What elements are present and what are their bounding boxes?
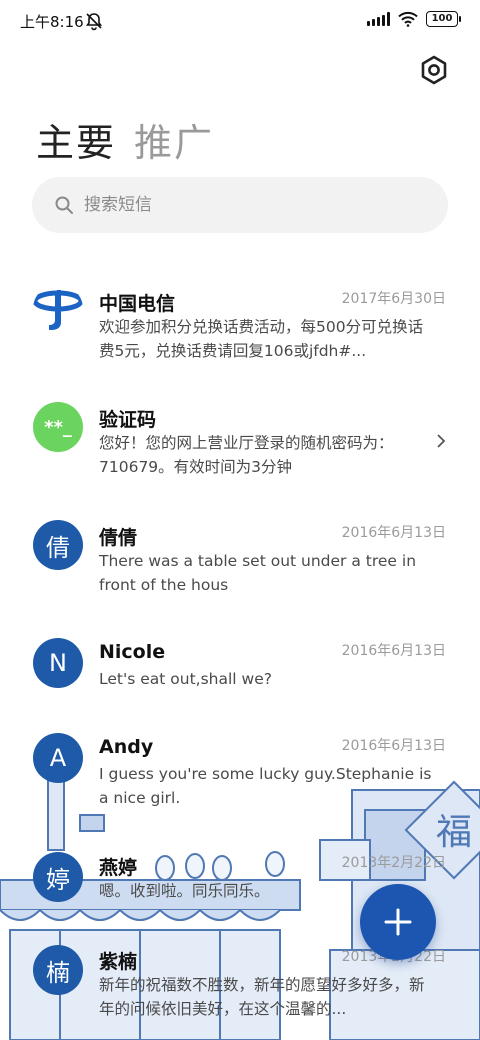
list-item[interactable]: 倩 倩倩 2016年6月13日 There was a table set ou… bbox=[0, 518, 480, 618]
contact-name: Andy bbox=[99, 736, 154, 758]
avatar: A bbox=[33, 733, 83, 783]
chevron-right-icon[interactable] bbox=[434, 432, 448, 450]
message-date: 2017年6月30日 bbox=[341, 291, 446, 307]
signal-icon bbox=[367, 12, 390, 26]
contact-name: Nicole bbox=[99, 641, 166, 663]
message-snippet: 欢迎参加积分兑换话费活动，每500分可兑换话费5元，兑换话费请回复106或jfd… bbox=[99, 318, 424, 360]
contact-name: 紫楠 bbox=[99, 951, 138, 973]
contact-name: 中国电信 bbox=[99, 293, 176, 315]
message-snippet: I guess you're some lucky guy.Stephanie … bbox=[99, 765, 432, 807]
contact-name: 倩倩 bbox=[99, 527, 138, 549]
wifi-icon bbox=[398, 11, 418, 27]
china-telecom-logo bbox=[33, 290, 83, 330]
avatar: 婷 bbox=[33, 852, 83, 902]
tab-promotions[interactable]: 推广 bbox=[134, 112, 214, 167]
message-date: 2016年6月13日 bbox=[341, 525, 446, 541]
search-bar[interactable] bbox=[32, 177, 448, 233]
tabs: 主要 推广 bbox=[36, 112, 214, 167]
status-time: 上午8:16 bbox=[20, 13, 84, 31]
search-input[interactable] bbox=[84, 195, 424, 215]
new-message-button[interactable] bbox=[360, 884, 436, 960]
list-item[interactable]: N Nicole 2016年6月13日 Let's eat out,shall … bbox=[0, 636, 480, 716]
avatar: **_ bbox=[33, 402, 83, 452]
contact-name: 燕婷 bbox=[99, 857, 138, 879]
search-icon bbox=[55, 196, 73, 214]
list-item[interactable]: **_ 验证码 您好！您的网上营业厅登录的随机密码为：710679。有效时间为3… bbox=[0, 400, 480, 500]
message-date: 2016年6月13日 bbox=[341, 738, 446, 754]
list-item[interactable]: 楠 紫楠 2013年2月22日 新年的祝福数不胜数，新年的愿望好多好多，新年的问… bbox=[0, 945, 480, 1040]
message-date: 2016年6月13日 bbox=[341, 643, 446, 659]
avatar: 楠 bbox=[33, 945, 83, 995]
contact-name: 验证码 bbox=[99, 409, 157, 431]
plus-icon bbox=[384, 908, 412, 936]
avatar: 倩 bbox=[33, 520, 83, 570]
message-date: 2013年2月22日 bbox=[341, 855, 446, 871]
settings-hexagon-icon[interactable] bbox=[418, 54, 450, 86]
battery-icon: 100 bbox=[426, 11, 461, 27]
avatar: N bbox=[33, 638, 83, 688]
list-item[interactable]: A Andy 2016年6月13日 I guess you're some lu… bbox=[0, 731, 480, 831]
message-snippet: 您好！您的网上营业厅登录的随机密码为：710679。有效时间为3分钟 bbox=[99, 434, 394, 476]
status-bar: 上午8:16 100 bbox=[0, 0, 480, 44]
message-snippet: Let's eat out,shall we? bbox=[99, 670, 272, 688]
bell-off-icon bbox=[85, 13, 103, 31]
message-snippet: 新年的祝福数不胜数，新年的愿望好多好多，新年的问候依旧美好，在这个温馨的... bbox=[99, 976, 425, 1018]
list-item[interactable]: 中国电信 2017年6月30日 欢迎参加积分兑换话费活动，每500分可兑换话费5… bbox=[0, 276, 480, 386]
tab-primary[interactable]: 主要 bbox=[36, 112, 116, 167]
status-icons: 100 bbox=[367, 11, 461, 27]
message-snippet: There was a table set out under a tree i… bbox=[99, 552, 417, 594]
